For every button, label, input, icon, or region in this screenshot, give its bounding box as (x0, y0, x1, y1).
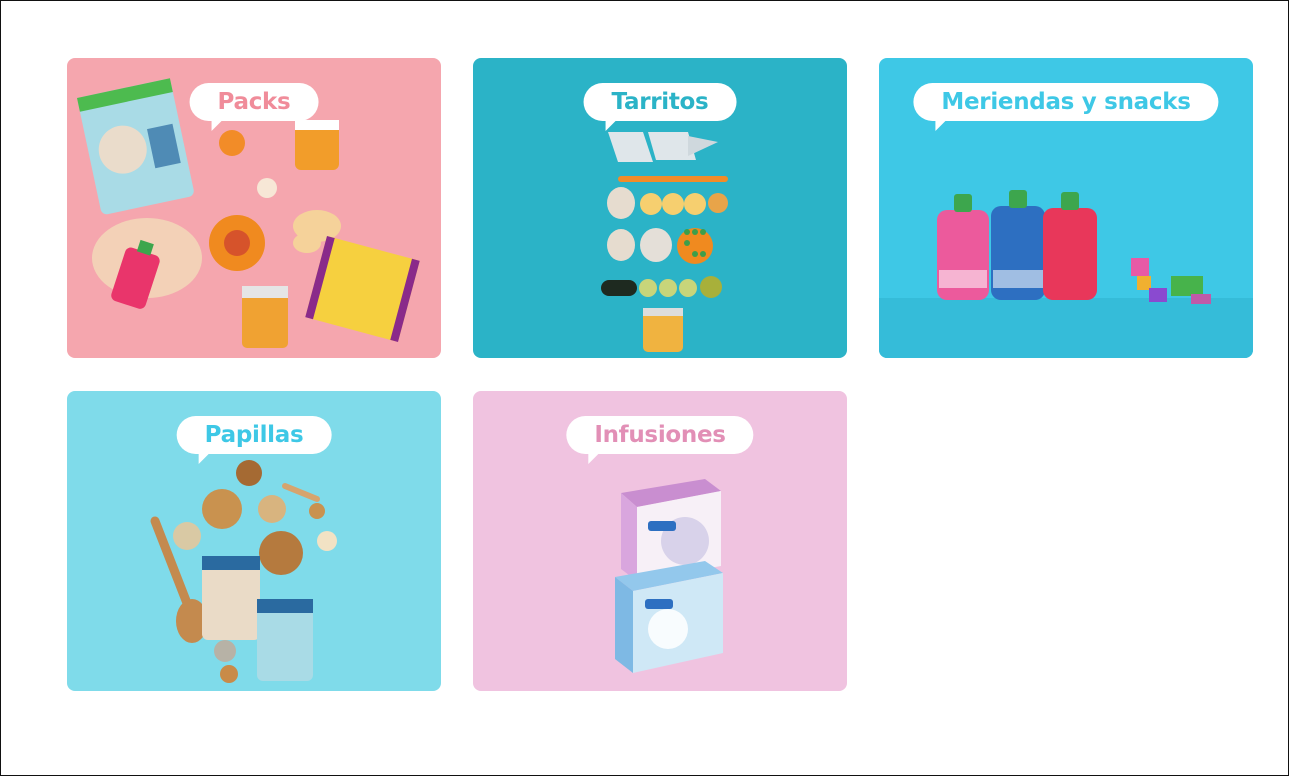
category-card-infusiones[interactable]: Infusiones (473, 391, 847, 691)
category-title: Meriendas y snacks (913, 83, 1219, 131)
category-title: Tarritos (583, 83, 737, 131)
category-card-packs[interactable]: Packs (67, 58, 441, 358)
category-card-meriendas-y-snacks[interactable]: Meriendas y snacks (879, 58, 1253, 358)
category-title: Packs (189, 83, 319, 131)
category-title: Infusiones (566, 416, 754, 464)
category-card-tarritos[interactable]: Tarritos (473, 58, 847, 358)
category-card-papillas[interactable]: Papillas (67, 391, 441, 691)
page-frame: Packs Tarritos Meriendas y snacks Papill… (0, 0, 1289, 776)
category-title: Papillas (176, 416, 332, 464)
